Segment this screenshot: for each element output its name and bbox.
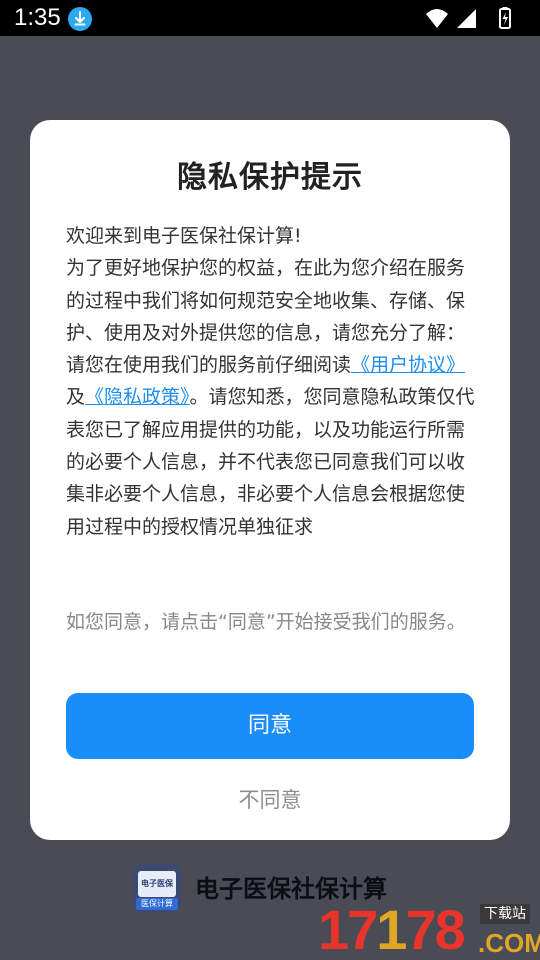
read-suffix-text: 。请您知悉，您同意隐私政策仅代表您已了解应用提供的功能，以及功能运行所需的必要个… — [66, 386, 475, 538]
read-prefix-text: 请您在使用我们的服务前仔细阅读 — [66, 354, 352, 377]
app-logo-bottom-label: 医保计算 — [136, 898, 178, 910]
watermark-tag: 下载站 — [480, 904, 530, 924]
watermark-number-part-2: 1 — [376, 898, 407, 960]
privacy-policy-link[interactable]: 《隐私政策》 — [85, 386, 190, 408]
watermark-domain: .COM — [478, 928, 540, 958]
dialog-title: 隐私保护提示 — [177, 160, 363, 195]
welcome-text: 欢迎来到电子医保社保计算! — [66, 225, 302, 247]
download-icon — [68, 7, 92, 31]
site-watermark: 17178 下载站 .COM — [318, 900, 540, 960]
user-agreement-link[interactable]: 《用户协议》 — [351, 354, 465, 376]
wifi-icon — [426, 9, 448, 28]
privacy-dialog: 隐私保护提示 欢迎来到电子医保社保计算! 为了更好地保护您的权益，在此为您介绍在… — [30, 120, 510, 840]
status-icons — [424, 6, 530, 30]
app-logo-top-label: 电子医保 — [138, 871, 176, 897]
policy-paragraph: 请您在使用我们的服务前仔细阅读《用户协议》及《隐私政策》。请您知悉，您同意隐私政… — [66, 349, 476, 543]
intro-text: 为了更好地保护您的权益，在此为您介绍在服务的过程中我们将如何规范安全地收集、存储… — [66, 257, 466, 344]
agree-button[interactable]: 同意 — [66, 693, 474, 759]
watermark-number-part-1: 17 — [318, 898, 378, 960]
battery-icon — [499, 7, 511, 29]
watermark-number-part-3: 78 — [405, 898, 465, 960]
signal-icon — [457, 9, 476, 28]
and-text: 及 — [66, 386, 86, 409]
privacy-body-text: 欢迎来到电子医保社保计算! 为了更好地保护您的权益，在此为您介绍在服务的过程中我… — [66, 220, 476, 543]
watermark-number: 17178 — [318, 898, 466, 960]
app-logo: 电子医保 医保计算 — [133, 864, 181, 912]
disagree-button[interactable]: 不同意 — [66, 780, 474, 820]
status-time: 1:35 — [14, 4, 61, 31]
agree-hint-text: 如您同意，请点击“同意”开始接受我们的服务。 — [66, 611, 466, 633]
status-bar: 1:35 — [0, 0, 540, 36]
